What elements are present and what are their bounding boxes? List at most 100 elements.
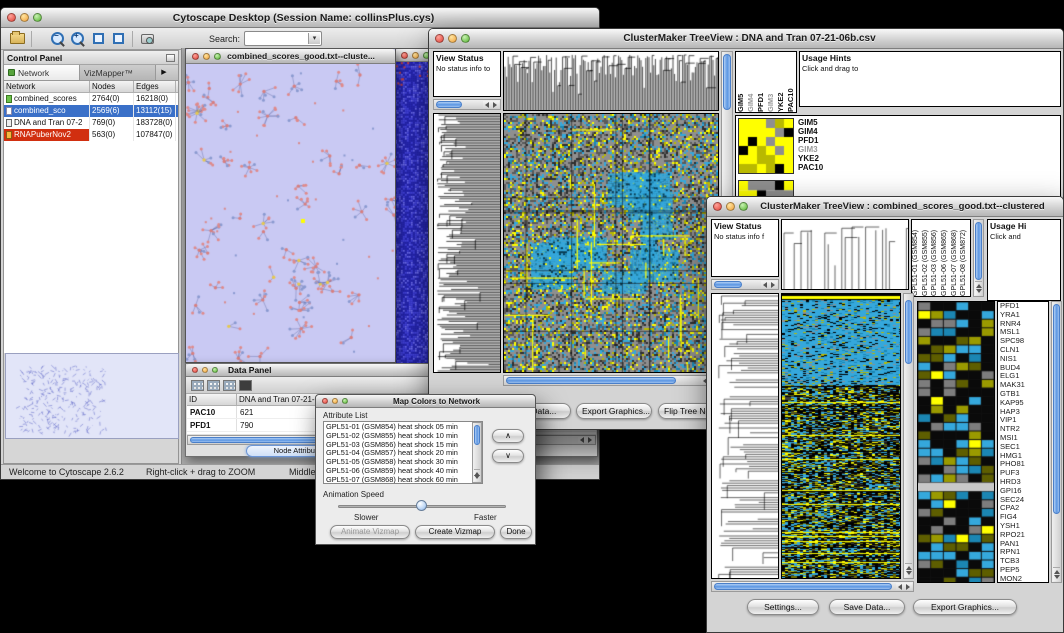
column-dendrogram-canvas[interactable] — [782, 220, 908, 289]
array-label[interactable]: GPL51-06 (GSM865) — [941, 222, 951, 296]
column-label[interactable]: GIM3 — [766, 54, 776, 112]
attribute-list[interactable]: GPL51-01 (GSM854) heat shock 05 min GPL51… — [323, 421, 483, 484]
row-dendrogram-canvas[interactable] — [434, 114, 500, 372]
select-attributes-icon[interactable] — [191, 380, 204, 391]
scrollbar-arrows-icon[interactable] — [905, 563, 912, 577]
network-table-row[interactable]: combined_scores 2764(0) 16218(0) — [4, 93, 178, 105]
network-overview-canvas[interactable] — [5, 353, 179, 439]
gene-label[interactable]: GIM4 — [798, 127, 823, 136]
done-button[interactable]: Done — [500, 525, 532, 539]
tab-vizmapper[interactable]: VizMapper™ — [80, 65, 156, 80]
cm1-hscrollbar[interactable] — [503, 375, 719, 386]
frame1-titlebar[interactable]: combined_scores_good.txt--cluste... — [186, 49, 395, 64]
attribute-list-scrollbar[interactable] — [472, 422, 482, 483]
zoom-heatmap-canvas[interactable] — [918, 302, 994, 582]
cm2-status-hscrollbar[interactable] — [711, 279, 779, 290]
attribute-item[interactable]: GPL51-07 (GSM868) heat shock 60 min — [326, 476, 482, 484]
minimize-button[interactable] — [203, 53, 210, 60]
scrollbar-thumb[interactable] — [714, 281, 742, 288]
attribute-batch-icon[interactable] — [239, 380, 252, 391]
zoom-out-icon[interactable]: − — [48, 29, 68, 48]
zoom-button[interactable] — [461, 34, 470, 43]
minimize-button[interactable] — [20, 13, 29, 22]
scrollbar-arrows-icon[interactable] — [896, 583, 912, 590]
row-dendrogram-canvas[interactable] — [712, 294, 778, 578]
attribute-item[interactable]: GPL51-05 (GSM858) heat shock 30 min — [326, 458, 482, 467]
attribute-item[interactable]: GPL51-01 (GSM854) heat shock 05 min — [326, 423, 482, 432]
animate-vizmap-button[interactable]: Animate Vizmap — [330, 525, 410, 539]
array-label[interactable]: GPL51-02 (GSM855) — [922, 222, 932, 296]
scrollbar-thumb[interactable] — [474, 425, 480, 445]
scrollbar-arrows-icon[interactable] — [483, 101, 499, 108]
gene-label[interactable]: GIM5 — [798, 118, 823, 127]
array-label[interactable]: GPL51-01 (GSM854) — [912, 222, 922, 296]
col-network[interactable]: Network — [4, 81, 90, 92]
snapshot-icon[interactable] — [137, 29, 157, 48]
network-view-canvas[interactable] — [186, 64, 395, 362]
close-button[interactable] — [322, 398, 328, 404]
array-label[interactable]: GPL51-03 (GSM856) — [931, 222, 941, 296]
settings-button[interactable]: Settings... — [747, 599, 819, 615]
array-label[interactable]: GPL51-07 (GSM868) — [951, 222, 961, 296]
minimize-button[interactable] — [448, 34, 457, 43]
create-vizmap-button[interactable]: Create Vizmap — [415, 525, 495, 539]
scrollbar-arrows-icon[interactable] — [761, 281, 777, 288]
col-edges[interactable]: Edges — [134, 81, 176, 92]
open-session-icon[interactable] — [7, 29, 27, 48]
cm2-global-vscrollbar[interactable] — [903, 293, 914, 579]
export-graphics-button[interactable]: Export Graphics... — [576, 403, 652, 419]
close-button[interactable] — [192, 53, 199, 60]
attribute-item[interactable]: GPL51-04 (GSM857) heat shock 20 min — [326, 449, 482, 458]
combo-caret-icon[interactable]: ▾ — [308, 33, 320, 44]
close-button[interactable] — [435, 34, 444, 43]
expression-heatmap-canvas[interactable] — [504, 114, 718, 372]
zoom-button[interactable] — [33, 13, 42, 22]
tab-network[interactable]: Network — [4, 65, 80, 80]
col-nodes[interactable]: Nodes — [90, 81, 134, 92]
scrollbar-thumb[interactable] — [436, 101, 462, 108]
network-table-row[interactable]: combined_sco 2569(6) 13112(15) — [4, 105, 178, 117]
scrollbar-arrows-icon[interactable] — [578, 437, 594, 443]
move-down-button[interactable]: ∨ — [492, 449, 524, 463]
scrollbar-thumb[interactable] — [1053, 304, 1060, 514]
scrollbar-thumb[interactable] — [723, 54, 731, 110]
scrollbar-arrows-icon[interactable] — [975, 281, 982, 295]
cm2-labels-scrollbar[interactable] — [973, 219, 984, 297]
export-graphics-button[interactable]: Export Graphics... — [913, 599, 1017, 615]
zoom-button[interactable] — [739, 202, 748, 211]
network-table-row[interactable]: DNA and Tran 07-2 769(0) 183728(0) — [4, 117, 178, 129]
scrollbar-thumb[interactable] — [975, 222, 982, 280]
column-label[interactable]: GIM4 — [746, 54, 756, 112]
main-titlebar[interactable]: Cytoscape Desktop (Session Name: collins… — [1, 8, 599, 28]
close-button[interactable] — [401, 52, 408, 59]
cm2-titlebar[interactable]: ClusterMaker TreeView : combined_scores_… — [707, 197, 1063, 217]
scrollbar-thumb[interactable] — [905, 300, 912, 364]
cm1-titlebar[interactable]: ClusterMaker TreeView : DNA and Tran 07-… — [429, 29, 1063, 49]
gene-label[interactable]: YKE2 — [798, 154, 823, 163]
minimize-button[interactable] — [412, 52, 419, 59]
tab-overflow-icon[interactable]: ▶ — [156, 65, 172, 80]
minimize-button[interactable] — [202, 367, 208, 373]
global-heatmap-canvas[interactable] — [782, 294, 900, 578]
close-button[interactable] — [713, 202, 722, 211]
gene-label[interactable]: PAC10 — [798, 163, 823, 172]
cm2-hscrollbar[interactable] — [711, 581, 914, 592]
column-dendrogram-canvas[interactable] — [504, 52, 718, 110]
minimize-button[interactable] — [332, 398, 338, 404]
column-label[interactable]: PFD1 — [756, 54, 766, 112]
network-table-row[interactable]: RNAPuberNov2 563(0) 107847(0) — [4, 129, 178, 141]
close-button[interactable] — [192, 367, 198, 373]
gene-label[interactable]: MON2 — [1000, 575, 1048, 583]
slider-thumb[interactable] — [416, 500, 427, 511]
scrollbar-thumb[interactable] — [506, 377, 676, 384]
zoom-button[interactable] — [214, 53, 221, 60]
delete-attribute-icon[interactable] — [223, 380, 236, 391]
array-label[interactable]: GPL51-08 (GSM872) — [960, 222, 970, 296]
zoom-button[interactable] — [342, 398, 348, 404]
save-data-button[interactable]: Save Data... — [829, 599, 905, 615]
scrollbar-arrows-icon[interactable] — [1053, 567, 1060, 581]
scrollbar-thumb[interactable] — [714, 583, 892, 590]
attribute-item[interactable]: GPL51-03 (GSM856) heat shock 15 min — [326, 441, 482, 450]
close-button[interactable] — [7, 13, 16, 22]
correlation-matrix-canvas[interactable] — [738, 118, 794, 174]
